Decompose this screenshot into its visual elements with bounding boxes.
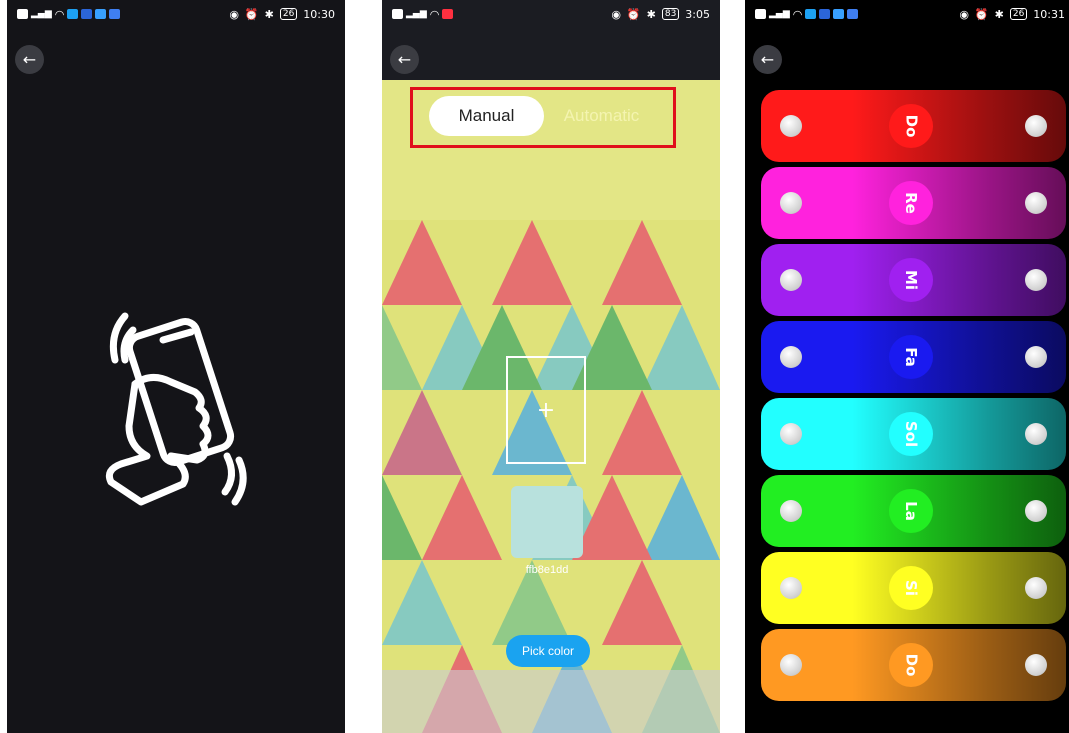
battery-icon: 83 <box>661 8 680 20</box>
wifi-icon: ◠ <box>792 7 803 21</box>
signal-icon: ▂▄▆ <box>31 9 52 19</box>
peg-icon <box>780 500 802 522</box>
xylophone-bar[interactable]: Do <box>761 90 1066 162</box>
peg-icon <box>780 423 802 445</box>
xylophone-bar[interactable]: La <box>761 475 1066 547</box>
status-icons-left: ▂▄▆ ◠ <box>392 7 454 21</box>
mode-automatic-option[interactable]: Automatic <box>544 96 659 136</box>
xylophone-bars: Do Re Mi Fa Sol La Si Do <box>761 90 1066 706</box>
app-icon <box>95 9 107 19</box>
app-icon <box>109 9 121 19</box>
arrow-left-icon: ← <box>22 50 37 69</box>
peg-icon <box>1025 115 1047 137</box>
alarm-icon: ⏰ <box>626 7 641 21</box>
note-label: Mi <box>889 258 933 302</box>
app-icon <box>442 9 454 19</box>
note-label: Do <box>889 104 933 148</box>
xylophone-bar[interactable]: Mi <box>761 244 1066 316</box>
back-button[interactable]: ← <box>15 45 44 74</box>
peg-icon <box>780 654 802 676</box>
status-bar: ▂▄▆ ◠ ◉ ⏰ ✱ 83 3:05 <box>382 0 720 28</box>
mode-toggle: Manual Automatic <box>429 96 659 136</box>
peg-icon <box>1025 423 1047 445</box>
eye-icon: ◉ <box>611 7 621 21</box>
eye-icon: ◉ <box>229 7 239 21</box>
battery-icon: 26 <box>279 8 298 20</box>
xylophone-bar[interactable]: Re <box>761 167 1066 239</box>
status-icons-right: ◉ ⏰ ✱ 83 3:05 <box>611 8 710 21</box>
arrow-left-icon: ← <box>397 50 412 69</box>
note-label: Re <box>889 181 933 225</box>
status-icons-left: ▂▄▆ ◠ <box>755 7 859 21</box>
peg-icon <box>780 192 802 214</box>
status-icons-right: ◉ ⏰ ✱ 26 10:31 <box>959 8 1065 21</box>
hd-icon <box>392 9 403 19</box>
screen-color-picker: ▂▄▆ ◠ ◉ ⏰ ✱ 83 3:05 ← Manual Automatic +… <box>382 0 720 733</box>
peg-icon <box>780 346 802 368</box>
hd-icon <box>755 9 766 19</box>
pick-color-button[interactable]: Pick color <box>506 635 590 667</box>
peg-icon <box>1025 192 1047 214</box>
peg-icon <box>1025 500 1047 522</box>
note-label: Sol <box>889 412 933 456</box>
sample-area-frame: + <box>506 356 586 464</box>
plus-icon: + <box>536 397 556 423</box>
peg-icon <box>780 577 802 599</box>
mode-manual-option[interactable]: Manual <box>429 96 544 136</box>
hand-shake-phone-icon <box>105 312 247 506</box>
status-icons-left: ▂▄▆ ◠ <box>17 7 121 21</box>
bluetooth-icon: ✱ <box>264 7 274 21</box>
app-icon <box>819 9 831 19</box>
status-time: 10:30 <box>303 7 335 21</box>
xylophone-bar[interactable]: Fa <box>761 321 1066 393</box>
alarm-icon: ⏰ <box>974 7 989 21</box>
arrow-left-icon: ← <box>760 50 775 69</box>
peg-icon <box>780 269 802 291</box>
peg-icon <box>1025 654 1047 676</box>
app-icon <box>847 9 859 19</box>
status-time: 10:31 <box>1033 7 1065 21</box>
app-icon <box>81 9 93 19</box>
peg-icon <box>780 115 802 137</box>
alarm-icon: ⏰ <box>244 7 259 21</box>
bluetooth-icon: ✱ <box>646 7 656 21</box>
xylophone-bar[interactable]: Si <box>761 552 1066 624</box>
status-time: 3:05 <box>685 7 710 21</box>
xylophone-bar[interactable]: Do <box>761 629 1066 701</box>
peg-icon <box>1025 269 1047 291</box>
app-icon <box>805 9 817 19</box>
screen-xylophone: ▂▄▆ ◠ ◉ ⏰ ✱ 26 10:31 ← Do Re Mi Fa Sol L… <box>745 0 1069 733</box>
status-icons-right: ◉ ⏰ ✱ 26 10:30 <box>229 8 335 21</box>
status-bar: ▂▄▆ ◠ ◉ ⏰ ✱ 26 10:31 <box>745 0 1069 28</box>
app-icon <box>67 9 79 19</box>
eye-icon: ◉ <box>959 7 969 21</box>
signal-icon: ▂▄▆ <box>769 9 790 19</box>
back-button[interactable]: ← <box>390 45 419 74</box>
peg-icon <box>1025 346 1047 368</box>
app-icon <box>833 9 845 19</box>
bluetooth-icon: ✱ <box>994 7 1004 21</box>
note-label: Si <box>889 566 933 610</box>
signal-icon: ▂▄▆ <box>406 9 427 19</box>
hd-icon <box>17 9 28 19</box>
screen-shake: ▂▄▆ ◠ ◉ ⏰ ✱ 26 10:30 ← <box>7 0 345 733</box>
note-label: Do <box>889 643 933 687</box>
wifi-icon: ◠ <box>54 7 65 21</box>
color-swatch <box>511 486 583 558</box>
color-code-label: ffb8e1dd <box>525 564 569 576</box>
back-button[interactable]: ← <box>753 45 782 74</box>
xylophone-bar[interactable]: Sol <box>761 398 1066 470</box>
status-bar: ▂▄▆ ◠ ◉ ⏰ ✱ 26 10:30 <box>7 0 345 28</box>
camera-preview[interactable]: Manual Automatic + ffb8e1dd Pick color <box>382 80 720 733</box>
note-label: Fa <box>889 335 933 379</box>
note-label: La <box>889 489 933 533</box>
wifi-icon: ◠ <box>429 7 440 21</box>
peg-icon <box>1025 577 1047 599</box>
battery-icon: 26 <box>1009 8 1028 20</box>
